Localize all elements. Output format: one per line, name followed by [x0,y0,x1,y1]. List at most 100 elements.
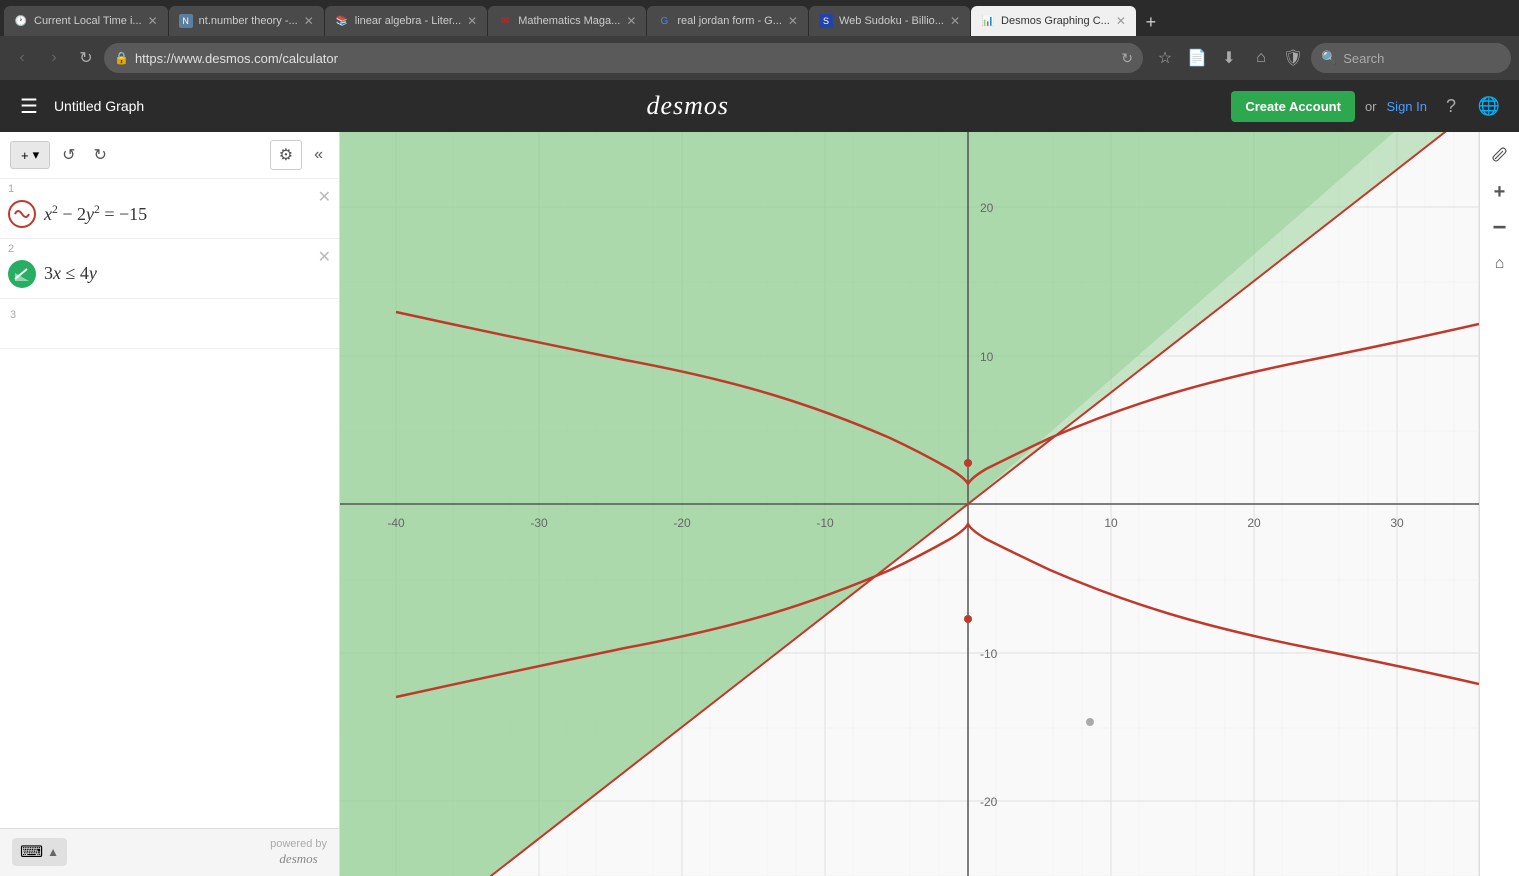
tab-3[interactable]: 📚 linear algebra - Liter... ✕ [325,6,487,36]
tab-7-close[interactable]: ✕ [1116,14,1126,28]
tab-7-favicon: 📊 [981,14,995,28]
tab-4[interactable]: ✉ Mathematics Maga... ✕ [488,6,646,36]
toolbar: + ▾ ↺ ↻ ⚙ « [0,132,339,179]
expression-row-3[interactable]: 3 [0,299,339,349]
svg-text:20: 20 [1247,516,1261,530]
row-number-1: 1 [8,183,14,195]
expr-2-close[interactable]: ✕ [318,247,331,267]
keyboard-toggle-button[interactable]: ⌨ ▲ [12,838,67,866]
tab-1[interactable]: 🕐 Current Local Time i... ✕ [4,6,168,36]
graph-title[interactable]: Untitled Graph [54,98,144,114]
refresh-icon: ↻ [1121,50,1133,67]
zoom-in-button[interactable]: + [1484,176,1516,208]
svg-text:30: 30 [1390,516,1404,530]
zoom-out-button[interactable]: − [1484,212,1516,244]
sign-in-link[interactable]: Sign In [1387,99,1427,114]
svg-text:-40: -40 [387,516,405,530]
search-icon: 🔍 [1321,50,1337,66]
hamburger-button[interactable]: ☰ [16,90,42,123]
refresh-button[interactable]: ↻ [72,44,100,72]
tab-6-title: Web Sudoku - Billio... [839,15,944,27]
tab-1-title: Current Local Time i... [34,15,142,27]
point-on-curve [1086,718,1094,726]
settings-button[interactable]: ⚙ [270,140,302,170]
svg-text:-10: -10 [816,516,834,530]
redo-button[interactable]: ↻ [88,141,113,169]
shield-button[interactable]: 🛡 [1279,44,1307,72]
tab-7-title: Desmos Graphing C... [1001,15,1110,27]
inequality-icon [13,265,31,283]
expr-2-icon[interactable] [8,260,36,288]
back-button[interactable]: ‹ [8,44,36,72]
tab-5[interactable]: G real jordan form - G... ✕ [647,6,808,36]
tab-4-title: Mathematics Maga... [518,15,620,27]
curve-icon [13,205,31,223]
expr-2-content[interactable]: 3x ≤ 4y [44,263,329,284]
bookmark-star-button[interactable]: ☆ [1151,44,1179,72]
svg-text:10: 10 [980,350,994,364]
home-button[interactable]: ⌂ [1247,44,1275,72]
tab-6[interactable]: S Web Sudoku - Billio... ✕ [809,6,970,36]
graph-area[interactable]: -40 -30 -20 -10 10 20 30 40 20 10 -10 -2… [340,132,1479,876]
home-view-button[interactable]: ⌂ [1484,248,1516,280]
expand-arrow-icon: ▲ [47,845,59,859]
row-number-2: 2 [8,243,14,255]
expr-1-close[interactable]: ✕ [318,187,331,207]
reading-mode-button[interactable]: 📄 [1183,44,1211,72]
wrench-button[interactable] [1484,140,1516,172]
row-number-3: 3 [10,309,329,321]
forward-button[interactable]: › [40,44,68,72]
desmos-logo: desmos [156,91,1219,121]
nav-right-icons: ☆ 📄 ⬇ ⌂ 🛡 [1151,44,1307,72]
tab-1-close[interactable]: ✕ [148,14,158,28]
right-sidebar: + − ⌂ [1479,132,1519,876]
expr-1-content[interactable]: x2 − 2y2 = −15 [44,203,329,225]
download-button[interactable]: ⬇ [1215,44,1243,72]
tab-5-title: real jordan form - G... [677,15,782,27]
main-content: + ▾ ↺ ↻ ⚙ « 1 [0,132,1519,876]
desmos-small-logo: desmos [270,851,327,868]
tab-1-favicon: 🕐 [14,14,28,28]
svg-text:-10: -10 [980,647,998,661]
create-account-button[interactable]: Create Account [1231,91,1355,122]
tab-2-favicon: N [179,14,193,28]
powered-by-label: powered by desmos [270,837,327,868]
svg-text:20: 20 [980,201,994,215]
expression-row-2: 2 3x ≤ 4y ✕ [0,239,339,299]
left-panel: + ▾ ↺ ↻ ⚙ « 1 [0,132,340,876]
upper-vertex [964,459,972,467]
plus-icon: + [21,148,29,163]
new-tab-button[interactable]: + [1137,8,1165,36]
keyboard-icon: ⌨ [20,842,43,862]
tab-2-title: nt.number theory -... [199,15,298,27]
browser-chrome: 🕐 Current Local Time i... ✕ N nt.number … [0,0,1519,80]
tab-3-close[interactable]: ✕ [467,14,477,28]
dropdown-arrow-icon: ▾ [33,147,40,163]
tab-4-favicon: ✉ [498,14,512,28]
tab-7[interactable]: 📊 Desmos Graphing C... ✕ [971,6,1136,36]
svg-text:-20: -20 [673,516,691,530]
svg-text:10: 10 [1104,516,1118,530]
topbar-right: Create Account or Sign In ? 🌐 [1231,91,1503,122]
address-bar[interactable]: 🔒 https://www.desmos.com/calculator ↻ [104,43,1143,73]
help-button[interactable]: ? [1437,92,1465,120]
tab-5-favicon: G [657,14,671,28]
expression-row-1: 1 x2 − 2y2 = −15 ✕ [0,179,339,239]
undo-button[interactable]: ↺ [56,141,81,169]
tab-2-close[interactable]: ✕ [304,14,314,28]
curve-intersection-point [964,615,972,623]
tab-2[interactable]: N nt.number theory -... ✕ [169,6,324,36]
tab-6-favicon: S [819,14,833,28]
tab-6-close[interactable]: ✕ [950,14,960,28]
collapse-panel-button[interactable]: « [308,142,329,168]
tab-bar: 🕐 Current Local Time i... ✕ N nt.number … [0,0,1519,36]
svg-text:-30: -30 [530,516,548,530]
globe-button[interactable]: 🌐 [1475,92,1503,120]
expression-list: 1 x2 − 2y2 = −15 ✕ 2 [0,179,339,828]
add-expression-button[interactable]: + ▾ [10,141,50,169]
tab-5-close[interactable]: ✕ [788,14,798,28]
search-input[interactable] [1343,51,1483,66]
tab-4-close[interactable]: ✕ [626,14,636,28]
expr-1-icon[interactable] [8,200,36,228]
search-bar[interactable]: 🔍 [1311,43,1511,73]
